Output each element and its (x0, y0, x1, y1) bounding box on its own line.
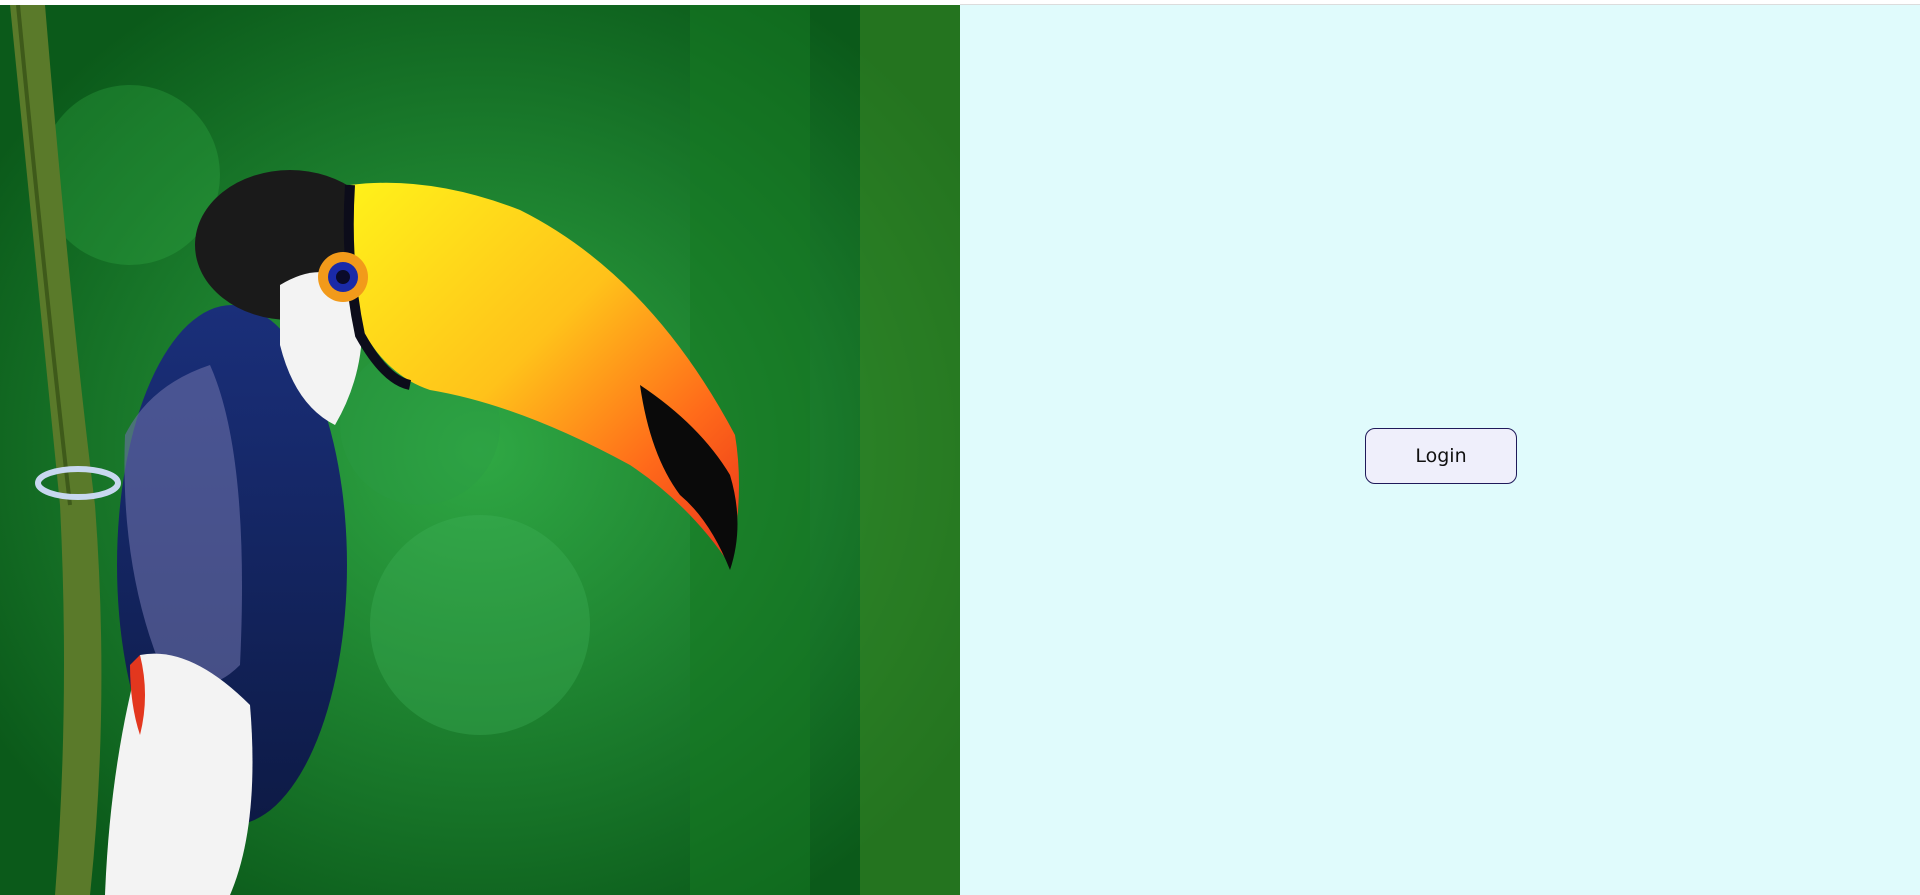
login-panel: Login (960, 5, 1920, 895)
login-button[interactable]: Login (1365, 428, 1517, 484)
hero-image (0, 5, 960, 895)
login-page: Login (0, 0, 1920, 895)
toucan-illustration (0, 5, 960, 895)
